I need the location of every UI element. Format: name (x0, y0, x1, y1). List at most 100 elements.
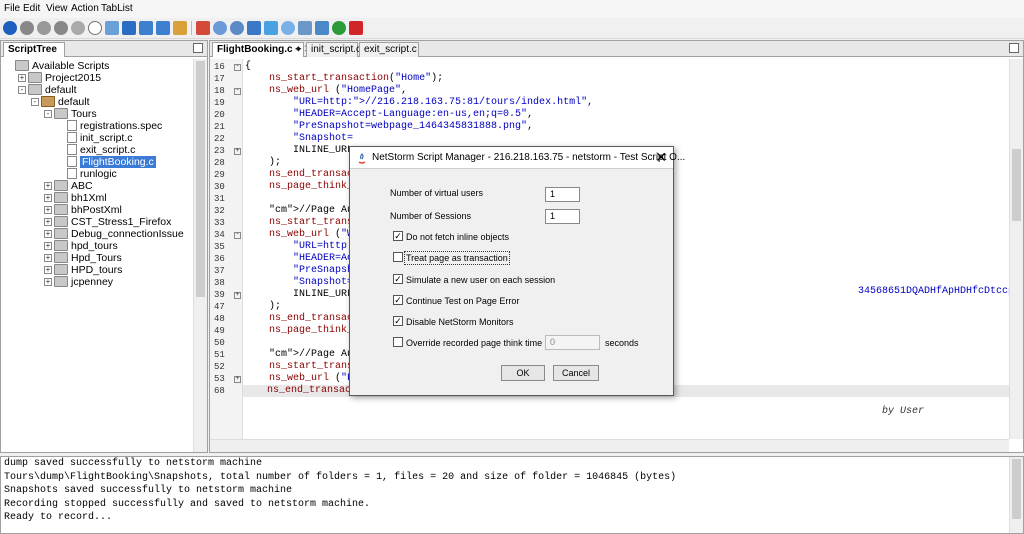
record-icon[interactable] (3, 21, 17, 35)
editor-hscrollbar[interactable] (210, 439, 1009, 452)
run-icon[interactable] (332, 21, 346, 35)
tree-node[interactable]: - default (18, 84, 77, 96)
editor-tab[interactable]: exit_script.c (359, 42, 419, 57)
menu-tablist[interactable]: TabList (101, 3, 133, 14)
console-line: Ready to record... (4, 512, 113, 523)
flow-icon[interactable] (173, 21, 187, 35)
fold-collapse-icon[interactable]: - (234, 88, 241, 95)
tree-scrollbar[interactable] (193, 59, 207, 452)
settings-icon[interactable] (247, 21, 261, 35)
fold-collapse-icon[interactable]: - (234, 232, 241, 239)
tree-node[interactable]: + jcpenney (44, 276, 113, 288)
tree-node[interactable]: - Tours (44, 108, 97, 120)
line-number: 28 (214, 158, 225, 168)
step-icon[interactable] (71, 21, 85, 35)
power-icon[interactable] (349, 21, 363, 35)
virtual-users-label: Number of virtual users (390, 188, 484, 198)
console-scrollbar-thumb[interactable] (1012, 459, 1021, 519)
collapse-icon[interactable]: - (18, 86, 26, 94)
no-inline-checkbox[interactable]: ✓ (393, 231, 403, 241)
menu-edit[interactable]: Edit (23, 3, 40, 14)
tree-node[interactable]: + hpd_tours (44, 240, 118, 252)
line-number: 31 (214, 194, 225, 204)
tree-node[interactable]: FlightBooking.c (67, 156, 156, 168)
download-icon[interactable] (139, 21, 153, 35)
menu-view[interactable]: View (46, 3, 68, 14)
tree-node[interactable]: + bhPostXml (44, 204, 122, 216)
tree-node-label: default (58, 96, 90, 108)
expand-icon[interactable]: + (44, 278, 52, 286)
pause-icon[interactable] (37, 21, 51, 35)
tree-node[interactable]: - default (31, 96, 90, 108)
editor-tab-label: init_script.c (311, 44, 362, 55)
stop-icon[interactable] (20, 21, 34, 35)
expand-icon[interactable]: + (18, 74, 26, 82)
fold-expand-icon[interactable]: + (234, 148, 241, 155)
tree-node-label: hpd_tours (71, 240, 118, 252)
new-script-icon[interactable] (105, 21, 119, 35)
expand-icon[interactable]: + (44, 254, 52, 262)
close-icon[interactable]: ✕ (655, 150, 667, 164)
expand-icon[interactable]: + (44, 230, 52, 238)
editor-tab[interactable]: FlightBooking.c⌖✕ (212, 42, 313, 57)
editor-scrollbar[interactable] (1009, 59, 1023, 439)
tree-node[interactable]: + HPD_tours (44, 264, 122, 276)
editor-tab[interactable]: init_script.c (306, 42, 362, 57)
tree-node[interactable]: + Hpd_Tours (44, 252, 122, 264)
tree-node[interactable]: + CST_Stress1_Firefox (44, 216, 171, 228)
save-icon[interactable] (122, 21, 136, 35)
fold-collapse-icon[interactable]: - (234, 64, 241, 71)
sessions-input[interactable]: 1 (545, 209, 580, 224)
tree-node[interactable]: + bh1Xml (44, 192, 107, 204)
expand-icon[interactable]: + (44, 182, 52, 190)
tree-scrollbar-thumb[interactable] (196, 61, 205, 297)
tab-script-tree[interactable]: ScriptTree (3, 42, 65, 57)
fold-expand-icon[interactable]: + (234, 292, 241, 299)
maximize-editor-icon[interactable] (1009, 43, 1019, 53)
expand-icon[interactable]: + (44, 218, 52, 226)
collapse-icon[interactable]: - (44, 110, 52, 118)
pin-icon[interactable]: ⌖ (296, 44, 302, 55)
cancel-record-icon[interactable] (54, 21, 68, 35)
tree-node[interactable]: + Debug_connectionIssue (44, 228, 184, 240)
menu-file[interactable]: File (4, 3, 20, 14)
line-number: 29 (214, 170, 225, 180)
tree-node[interactable]: Available Scripts (15, 60, 109, 72)
expand-icon[interactable]: + (44, 194, 52, 202)
replace-icon[interactable] (230, 21, 244, 35)
search-icon[interactable] (213, 21, 227, 35)
collapse-icon[interactable]: - (31, 98, 39, 106)
tree-node[interactable]: exit_script.c (67, 144, 135, 156)
menu-action[interactable]: Action (71, 3, 99, 14)
new-user-checkbox[interactable]: ✓ (393, 274, 403, 284)
cancel-button[interactable]: Cancel (553, 365, 599, 381)
page-as-transaction-checkbox[interactable] (393, 252, 403, 262)
tree-node[interactable]: runlogic (67, 168, 117, 180)
expand-icon[interactable]: + (44, 206, 52, 214)
disable-monitors-checkbox[interactable]: ✓ (393, 316, 403, 326)
continue-on-error-checkbox[interactable]: ✓ (393, 295, 403, 305)
comment-icon[interactable] (88, 21, 102, 35)
scripts-root-icon (15, 60, 29, 71)
expand-icon[interactable]: + (44, 266, 52, 274)
code-overflow-comment: by User (882, 406, 925, 417)
globe-icon[interactable] (281, 21, 295, 35)
editor-scrollbar-thumb[interactable] (1012, 149, 1021, 221)
console-scrollbar[interactable] (1009, 457, 1023, 533)
upload-icon[interactable] (156, 21, 170, 35)
virtual-users-input[interactable]: 1 (545, 187, 580, 202)
tree-node[interactable]: registrations.spec (67, 120, 162, 132)
fold-expand-icon[interactable]: + (234, 376, 241, 383)
maximize-panel-icon[interactable] (193, 43, 203, 53)
monitor-icon[interactable] (315, 21, 329, 35)
think-time-input[interactable]: 0 (545, 335, 600, 350)
window-icon[interactable] (298, 21, 312, 35)
browser-icon[interactable] (264, 21, 278, 35)
tree-node[interactable]: + Project2015 (18, 72, 101, 84)
expand-icon[interactable]: + (44, 242, 52, 250)
tree-node[interactable]: + ABC (44, 180, 93, 192)
tree-node[interactable]: init_script.c (67, 132, 133, 144)
ok-button[interactable]: OK (501, 365, 545, 381)
override-think-checkbox[interactable] (393, 337, 403, 347)
tools-icon[interactable] (196, 21, 210, 35)
